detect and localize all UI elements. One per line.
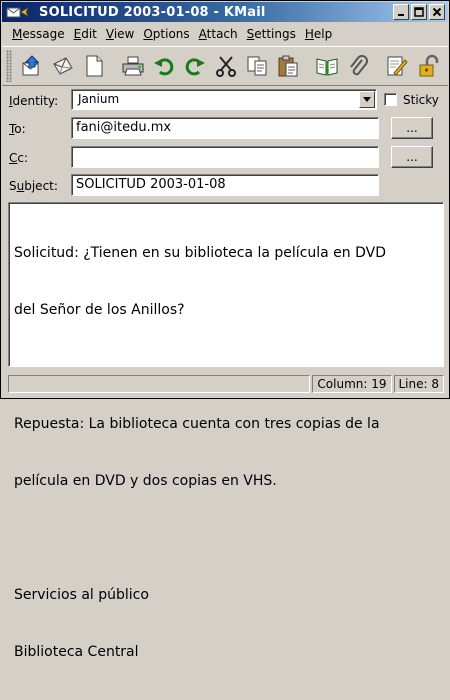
toolbar — [2, 46, 448, 86]
menu-options[interactable]: Options — [139, 27, 194, 41]
paste-button[interactable] — [272, 50, 303, 82]
menu-message[interactable]: Message — [8, 27, 70, 41]
new-document-button[interactable] — [78, 50, 109, 82]
encrypt-button[interactable] — [412, 50, 443, 82]
title-bar[interactable]: SOLICITUD 2003-01-08 - KMail — [2, 2, 448, 22]
body-line: Repuesta: La biblioteca cuenta con tres … — [14, 416, 380, 432]
address-book-button[interactable] — [311, 50, 342, 82]
copy-button[interactable] — [241, 50, 272, 82]
send-icon — [22, 55, 39, 76]
body-line — [14, 529, 438, 548]
toolbar-grip[interactable] — [6, 50, 12, 82]
status-message-area — [8, 375, 311, 393]
send-later-button[interactable] — [47, 50, 78, 82]
kmail-composer-window: SOLICITUD 2003-01-08 - KMail Message Edi… — [0, 0, 450, 660]
cc-label: Cc: — [9, 151, 29, 165]
menu-edit[interactable]: Edit — [70, 27, 102, 41]
body-line: Servicios al público — [14, 587, 149, 603]
redo-icon — [185, 58, 205, 76]
menu-view[interactable]: View — [102, 27, 139, 41]
paste-icon — [278, 55, 297, 77]
maximize-icon — [414, 7, 424, 17]
menu-settings[interactable]: Settings — [243, 27, 301, 41]
copy-icon — [247, 56, 266, 76]
menu-help[interactable]: Help — [301, 27, 337, 41]
body-line: película en DVD y dos copias en VHS. — [14, 473, 277, 489]
minimize-icon — [398, 14, 404, 16]
send-later-icon — [52, 57, 73, 75]
redo-button[interactable] — [179, 50, 210, 82]
sign-button[interactable] — [381, 50, 412, 82]
close-icon — [432, 7, 442, 17]
cut-icon — [215, 56, 236, 77]
identity-value: Janium — [78, 92, 120, 106]
attach-icon — [349, 55, 368, 76]
to-label: To: — [9, 122, 26, 136]
cc-field[interactable] — [71, 146, 379, 168]
cut-button[interactable] — [210, 50, 241, 82]
status-line: Line: 8 — [393, 375, 444, 393]
maximize-button[interactable] — [411, 4, 427, 20]
menu-bar: Message Edit View Options Attach Setting… — [2, 23, 448, 45]
message-body-editor[interactable]: Solicitud: ¿Tienen en su biblioteca la p… — [8, 202, 444, 660]
menu-attach[interactable]: Attach — [195, 27, 243, 41]
window-title: SOLICITUD 2003-01-08 - KMail — [39, 4, 266, 20]
body-line: del Señor de los Anillos? — [14, 302, 185, 318]
body-line: Solicitud: ¿Tienen en su biblioteca la p… — [14, 245, 387, 261]
identity-label: Identity: — [9, 94, 59, 108]
identity-combobox[interactable]: Janium — [71, 89, 377, 110]
print-icon — [122, 56, 143, 76]
attach-button[interactable] — [342, 50, 373, 82]
sticky-label: Sticky — [403, 93, 439, 107]
kmail-app-icon[interactable] — [5, 4, 31, 20]
undo-button[interactable] — [148, 50, 179, 82]
minimize-button[interactable] — [393, 4, 409, 20]
encrypt-icon — [419, 54, 438, 77]
subject-field[interactable]: SOLICITUD 2003-01-08 — [71, 174, 379, 196]
cc-address-picker-button[interactable]: ... — [391, 146, 433, 168]
identity-dropdown-arrow[interactable] — [359, 91, 375, 108]
undo-icon — [153, 58, 173, 76]
chevron-down-icon — [363, 96, 371, 102]
status-column: Column: 19 — [312, 375, 392, 393]
sticky-checkbox[interactable] — [384, 93, 397, 106]
to-field[interactable]: fani@itedu.mx — [71, 117, 379, 139]
address-book-icon — [316, 58, 337, 76]
print-button[interactable] — [117, 50, 148, 82]
body-line: Biblioteca Central — [14, 644, 139, 660]
new-document-icon — [86, 55, 102, 77]
sign-icon — [387, 56, 408, 76]
subject-label: Subject: — [9, 179, 58, 193]
close-button[interactable] — [429, 4, 445, 20]
send-button[interactable] — [16, 50, 47, 82]
to-address-picker-button[interactable]: ... — [391, 117, 433, 139]
status-bar: Column: 19 Line: 8 — [2, 373, 448, 395]
